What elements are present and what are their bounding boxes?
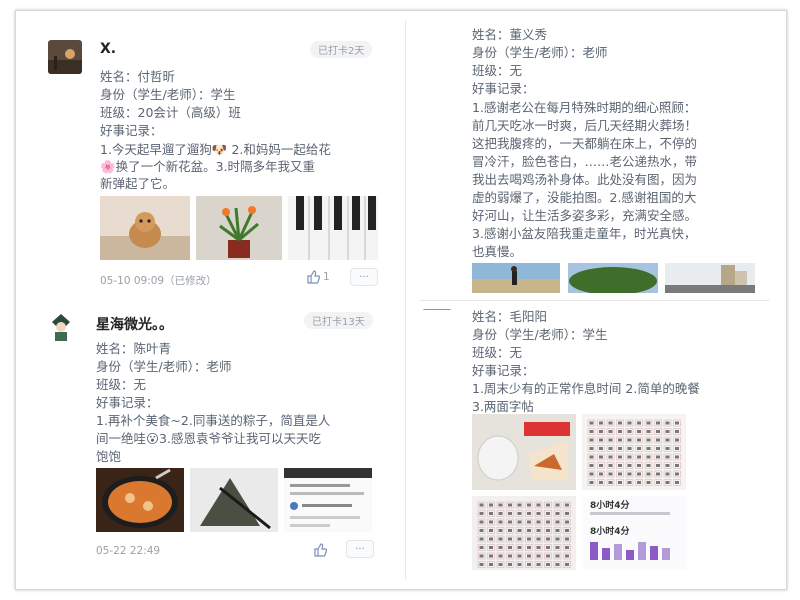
post-card-3: 姓名：董义秀 身份（学生/老师）：老师 班级：无 好事记录： 1.感谢老公在每月… bbox=[458, 18, 768, 298]
column-divider bbox=[405, 20, 406, 580]
screen-time-chart bbox=[590, 542, 670, 560]
post-card-2: 星海微光。。 已打卡13天 姓名：陈叶青 身份（学生/老师）：老师 班级：无 好… bbox=[28, 300, 390, 572]
field-identity: 身份（学生/老师）：老师 bbox=[96, 359, 232, 374]
content-line: 饱饱 bbox=[96, 449, 122, 464]
thumbs-up-icon bbox=[314, 543, 328, 557]
photo-copybook-2[interactable] bbox=[472, 496, 576, 570]
content-line: 新弹起了它。 bbox=[100, 176, 176, 191]
content-line: 冒冷汗，脸色苍白，……老公递热水，带 bbox=[472, 154, 698, 169]
field-name: 姓名：毛阳阳 bbox=[472, 309, 548, 324]
field-name: 姓名：陈叶青 bbox=[96, 341, 172, 356]
like-button[interactable]: 1 bbox=[306, 270, 330, 284]
author-name[interactable]: X. bbox=[100, 41, 116, 57]
field-class: 班级：无 bbox=[96, 377, 147, 392]
row-divider bbox=[420, 300, 770, 301]
thumbs-up-icon bbox=[307, 270, 320, 284]
content-line: 虚的弱爆了，没能拍图。2.感谢祖国的大 bbox=[472, 190, 697, 205]
field-class: 班级：20会计（高级）班 bbox=[100, 105, 241, 120]
photo-street[interactable] bbox=[665, 263, 755, 293]
photo-flower[interactable] bbox=[196, 196, 282, 260]
field-records-label: 好事记录： bbox=[96, 395, 159, 410]
content-line: 也真慢。 bbox=[472, 244, 523, 259]
post-timestamp: 05-10 09:09（已修改） bbox=[100, 275, 217, 287]
field-identity: 身份（学生/老师）：学生 bbox=[100, 87, 236, 102]
avatar[interactable] bbox=[46, 312, 76, 342]
content-line: 3.感谢小盆友陪我重走童年，时光真快， bbox=[472, 226, 697, 241]
avatar-image bbox=[422, 309, 452, 310]
field-name: 姓名：付哲昕 bbox=[100, 69, 176, 84]
content-line: 这把我腹疼的，一天都躺在床上，不停的 bbox=[472, 136, 698, 151]
field-records-label: 好事记录： bbox=[100, 123, 163, 138]
field-records-label: 好事记录： bbox=[472, 363, 535, 378]
field-class: 班级：无 bbox=[472, 63, 523, 78]
photo-dinner[interactable] bbox=[472, 414, 576, 490]
content-line: 我出去喝鸡汤补身体。此处没有图，因为 bbox=[472, 172, 698, 187]
more-button[interactable]: ··· bbox=[350, 268, 378, 286]
post-card-4: 姓名：毛阳阳 身份（学生/老师）：学生 班级：无 好事记录： 1.周末少有的正常… bbox=[422, 302, 768, 574]
content-line: 1.感谢老公在每月特殊时期的细心照顾： bbox=[472, 100, 697, 115]
photo-copybook-1[interactable] bbox=[582, 414, 686, 490]
photo-zongzi[interactable] bbox=[190, 468, 278, 532]
content-line: 1.周末少有的正常作息时间 2.简单的晚餐 bbox=[472, 381, 700, 396]
photo-screenshot[interactable] bbox=[284, 468, 372, 532]
avatar-image bbox=[46, 312, 76, 342]
field-records-label: 好事记录： bbox=[472, 81, 535, 96]
like-button[interactable] bbox=[313, 542, 328, 561]
post-timestamp: 05-22 22:49 bbox=[96, 545, 161, 557]
field-class: 班级：无 bbox=[472, 345, 523, 360]
more-icon: ··· bbox=[359, 271, 369, 283]
more-button[interactable]: ··· bbox=[346, 540, 374, 558]
photo-food[interactable] bbox=[96, 468, 184, 532]
checkin-badge: 已打卡2天 bbox=[310, 41, 373, 58]
photo-river[interactable] bbox=[472, 263, 560, 293]
field-name: 姓名：董义秀 bbox=[472, 27, 548, 42]
content-line: 前几天吃冰一时爽，后几天经期火葬场！ bbox=[472, 118, 698, 133]
photo-piano[interactable] bbox=[288, 196, 378, 260]
avatar-image bbox=[48, 40, 82, 74]
screen-time-label: 8小时4分 bbox=[590, 501, 630, 511]
like-count: 1 bbox=[323, 271, 330, 283]
field-identity: 身份（学生/老师）：老师 bbox=[472, 45, 608, 60]
screen-time-bar bbox=[590, 512, 670, 515]
avatar[interactable] bbox=[48, 40, 82, 74]
content-line: 间一绝哇😮3.感恩袁爷爷让我可以天天吃 bbox=[96, 431, 321, 446]
photo-dog[interactable] bbox=[100, 196, 190, 260]
photo-trees[interactable] bbox=[568, 263, 658, 293]
content-line: 1.再补个美食~2.同事送的粽子，简直是人 bbox=[96, 413, 331, 428]
screen-time-label: 8小时4分 bbox=[590, 527, 630, 537]
checkin-badge: 已打卡13天 bbox=[304, 312, 373, 329]
photo-screen-time[interactable]: 8小时4分 8小时4分 bbox=[582, 496, 686, 570]
field-identity: 身份（学生/老师）：学生 bbox=[472, 327, 608, 342]
more-icon: ··· bbox=[355, 543, 365, 555]
author-name[interactable]: 星海微光。。 bbox=[96, 314, 173, 334]
content-line: 好河山，让生活多姿多彩，充满安全感。 bbox=[472, 208, 698, 223]
content-line: 3.两面字帖 bbox=[472, 399, 534, 414]
avatar[interactable] bbox=[422, 302, 452, 310]
post-card-1: X. 已打卡2天 姓名：付哲昕 身份（学生/老师）：学生 班级：20会计（高级）… bbox=[28, 28, 390, 290]
